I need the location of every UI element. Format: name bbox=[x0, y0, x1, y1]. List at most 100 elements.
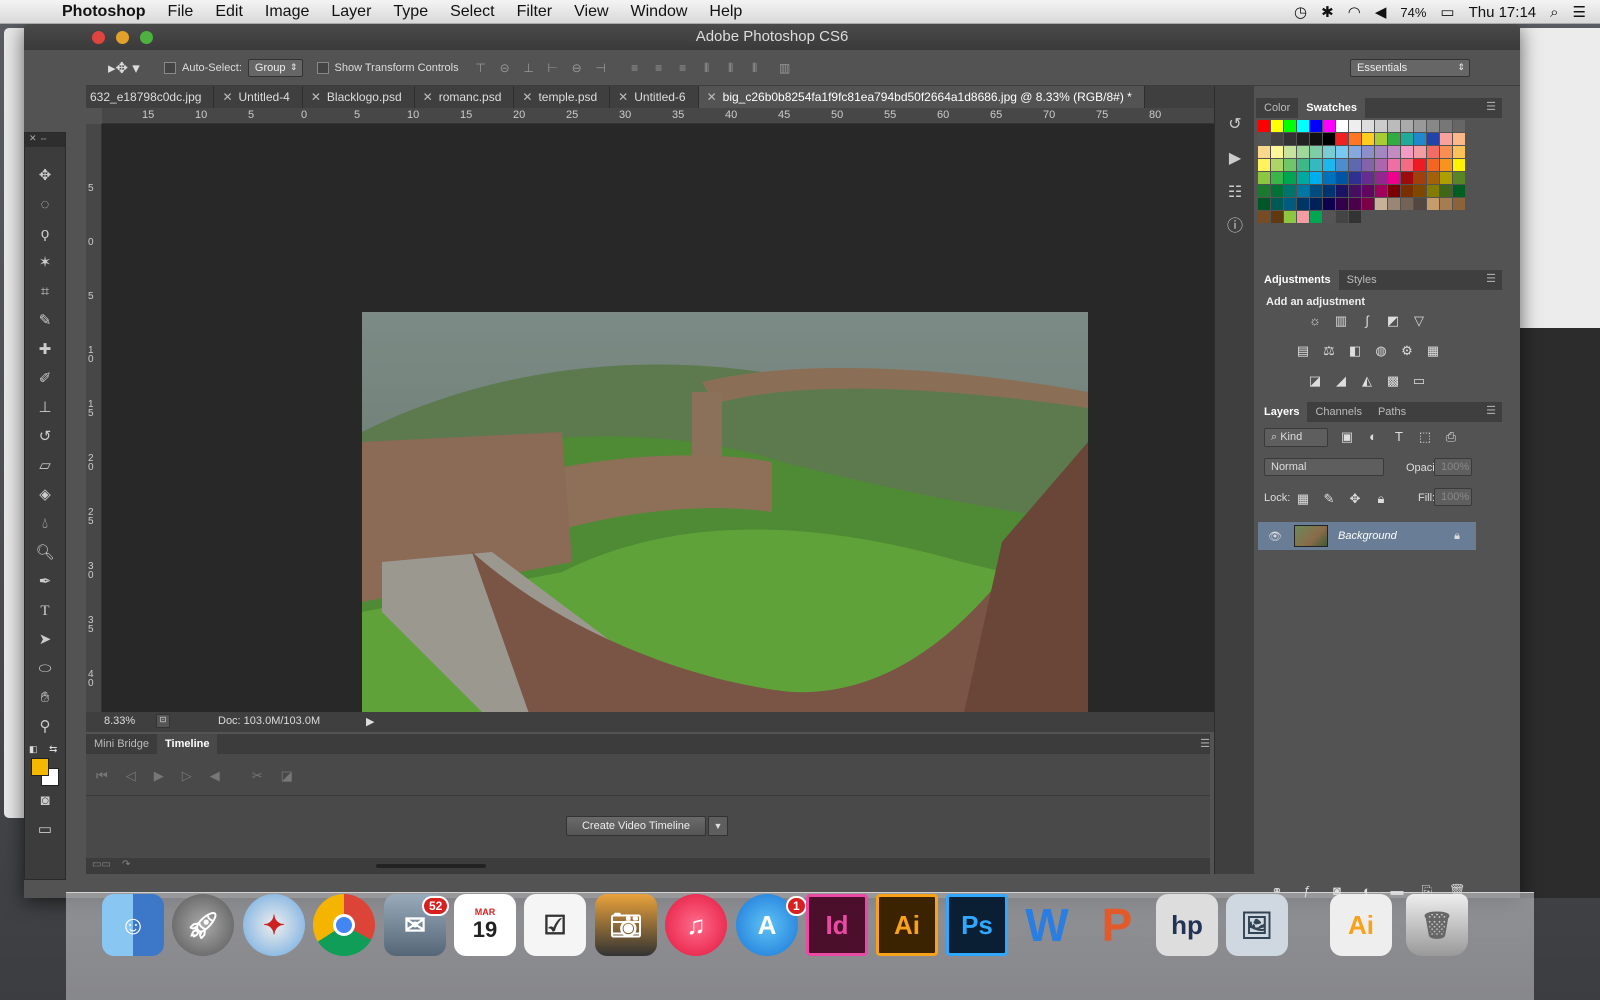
swatch[interactable] bbox=[1349, 120, 1361, 132]
swatch[interactable] bbox=[1362, 172, 1374, 184]
toolbox-header[interactable]: ✕ ⇔ bbox=[25, 133, 65, 147]
magic-wand-tool-icon[interactable]: ✶ bbox=[30, 249, 60, 277]
tab-styles[interactable]: Styles bbox=[1339, 270, 1385, 290]
swatch[interactable] bbox=[1258, 198, 1270, 210]
distribute-right-icon[interactable]: ⫴ bbox=[747, 60, 763, 76]
doc-tab-active[interactable]: ✕ big_c26b0b8254fa1f9fc81ea794bd50f2664a1… bbox=[698, 86, 1145, 108]
swatch[interactable] bbox=[1297, 185, 1309, 197]
pixel-filter-icon[interactable]: ▣ bbox=[1338, 428, 1356, 446]
swatch[interactable] bbox=[1323, 159, 1335, 171]
swatch[interactable] bbox=[1440, 146, 1452, 158]
swatch[interactable] bbox=[1271, 172, 1283, 184]
swatch[interactable] bbox=[1375, 120, 1387, 132]
swatch[interactable] bbox=[1414, 185, 1426, 197]
fill-field[interactable]: 100% bbox=[1434, 488, 1472, 506]
swatch[interactable] bbox=[1310, 146, 1322, 158]
swatch[interactable] bbox=[1414, 146, 1426, 158]
film-icon[interactable]: ▭▭ bbox=[92, 859, 111, 870]
close-tab-icon[interactable]: ✕ bbox=[618, 90, 628, 104]
move-tool-icon[interactable]: ✥ bbox=[30, 162, 60, 190]
swatch[interactable] bbox=[1310, 211, 1322, 223]
swatch[interactable] bbox=[1258, 185, 1270, 197]
swatch[interactable] bbox=[1427, 159, 1439, 171]
swatch[interactable] bbox=[1271, 211, 1283, 223]
swatch[interactable] bbox=[1375, 159, 1387, 171]
swatch[interactable] bbox=[1323, 198, 1335, 210]
doc-tab[interactable]: ✕ Untitled-6 bbox=[610, 86, 699, 108]
swatch[interactable] bbox=[1375, 146, 1387, 158]
swatch[interactable] bbox=[1271, 159, 1283, 171]
properties-icon[interactable]: ☷ bbox=[1222, 180, 1248, 206]
swatch[interactable] bbox=[1336, 133, 1348, 145]
render-icon[interactable]: ↷ bbox=[122, 859, 130, 870]
swatch[interactable] bbox=[1375, 172, 1387, 184]
tab-timeline[interactable]: Timeline bbox=[157, 734, 218, 754]
time-machine-icon[interactable]: ◷ bbox=[1294, 3, 1307, 21]
swatch[interactable] bbox=[1401, 172, 1413, 184]
swap-colors-icon[interactable]: ⇆ bbox=[49, 744, 57, 755]
photoshop-icon[interactable]: Ps bbox=[946, 894, 1008, 956]
swatch[interactable] bbox=[1440, 159, 1452, 171]
swatch[interactable] bbox=[1401, 185, 1413, 197]
close-tab-icon[interactable]: ✕ bbox=[311, 90, 321, 104]
swatch[interactable] bbox=[1427, 172, 1439, 184]
tab-layers[interactable]: Layers bbox=[1256, 402, 1308, 422]
lock-all-icon[interactable]: 🔒︎ bbox=[1372, 490, 1390, 508]
clock[interactable]: Thu 17:14 bbox=[1469, 4, 1537, 21]
clone-stamp-tool-icon[interactable]: ⊥ bbox=[30, 394, 60, 422]
swatch[interactable] bbox=[1284, 159, 1296, 171]
panel-menu-icon[interactable]: ☰ bbox=[1486, 100, 1496, 113]
battery-icon[interactable]: ▭ bbox=[1440, 3, 1454, 21]
layer-name[interactable]: Background bbox=[1338, 530, 1397, 542]
swatch[interactable] bbox=[1440, 120, 1452, 132]
swatch[interactable] bbox=[1310, 159, 1322, 171]
blend-mode-dropdown[interactable]: Normal bbox=[1264, 458, 1384, 476]
swatch[interactable] bbox=[1388, 172, 1400, 184]
swatch[interactable] bbox=[1375, 185, 1387, 197]
document-image[interactable] bbox=[362, 312, 1088, 722]
swatch[interactable] bbox=[1362, 198, 1374, 210]
swatch[interactable] bbox=[1297, 211, 1309, 223]
canvas-area[interactable] bbox=[102, 124, 1214, 722]
swatch[interactable] bbox=[1323, 120, 1335, 132]
swatch[interactable] bbox=[1440, 172, 1452, 184]
tab-mini-bridge[interactable]: Mini Bridge bbox=[86, 734, 157, 754]
swatch[interactable] bbox=[1362, 120, 1374, 132]
illustrator-icon[interactable]: Ai bbox=[876, 894, 938, 956]
wifi-icon[interactable]: ◠ bbox=[1348, 3, 1361, 21]
pen-tool-icon[interactable]: ✒ bbox=[30, 568, 60, 596]
distribute-left-icon[interactable]: ⫴ bbox=[699, 60, 715, 76]
swatch[interactable] bbox=[1336, 198, 1348, 210]
chrome-icon[interactable] bbox=[313, 894, 375, 956]
doc-tab[interactable]: ✕ Untitled-4 bbox=[214, 86, 303, 108]
previous-frame-icon[interactable]: ◁ bbox=[126, 768, 136, 784]
menu-filter[interactable]: Filter bbox=[517, 3, 553, 21]
swatch[interactable] bbox=[1401, 133, 1413, 145]
swatch[interactable] bbox=[1453, 146, 1465, 158]
menu-image[interactable]: Image bbox=[265, 3, 309, 21]
swatch[interactable] bbox=[1388, 159, 1400, 171]
swatch[interactable] bbox=[1388, 198, 1400, 210]
swatch[interactable] bbox=[1258, 146, 1270, 158]
align-hcenter-icon[interactable]: ⊖ bbox=[569, 60, 585, 76]
swatch[interactable] bbox=[1284, 172, 1296, 184]
swatch[interactable] bbox=[1401, 146, 1413, 158]
hand-tool-icon[interactable]: ✋︎ bbox=[30, 684, 60, 712]
calendar-icon[interactable]: MAR 19 bbox=[454, 894, 516, 956]
tab-paths[interactable]: Paths bbox=[1370, 402, 1414, 422]
menu-type[interactable]: Type bbox=[393, 3, 428, 21]
brush-tool-icon[interactable]: ✐ bbox=[30, 365, 60, 393]
swatch[interactable] bbox=[1284, 185, 1296, 197]
foreground-color[interactable] bbox=[31, 758, 49, 776]
ellipse-tool-icon[interactable]: ⬭ bbox=[30, 655, 60, 683]
quick-mask-icon[interactable]: ◙ bbox=[30, 787, 60, 815]
swatch[interactable] bbox=[1271, 120, 1283, 132]
swatch[interactable] bbox=[1362, 185, 1374, 197]
menu-select[interactable]: Select bbox=[450, 3, 494, 21]
swatch[interactable] bbox=[1388, 185, 1400, 197]
swatch[interactable] bbox=[1349, 198, 1361, 210]
swatch[interactable] bbox=[1284, 120, 1296, 132]
swatch[interactable] bbox=[1284, 133, 1296, 145]
threshold-icon[interactable]: ◭ bbox=[1358, 372, 1376, 390]
swatch[interactable] bbox=[1258, 211, 1270, 223]
